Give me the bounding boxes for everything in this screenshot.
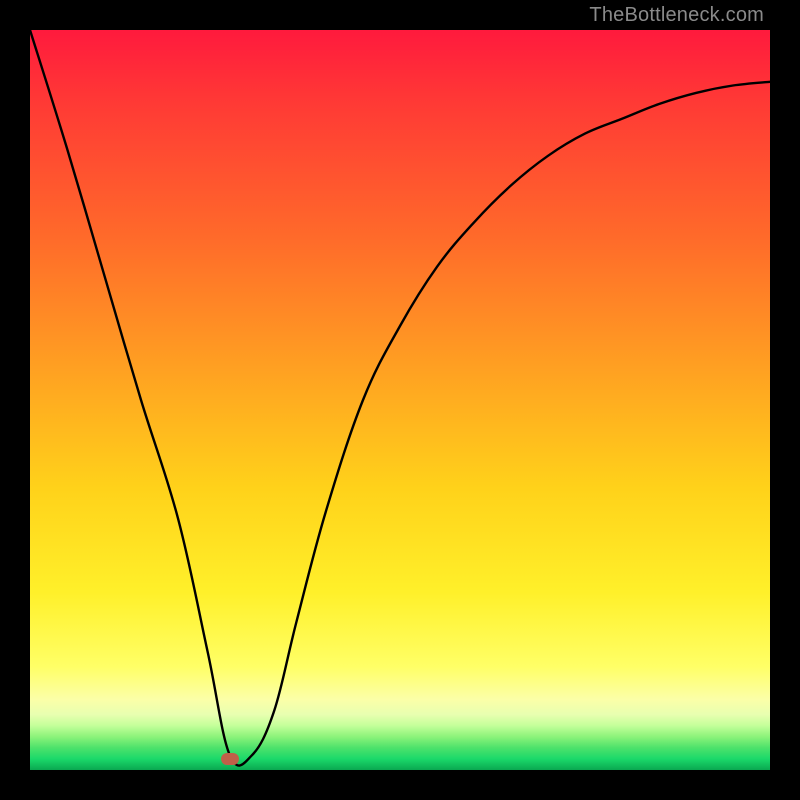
chart-frame: TheBottleneck.com <box>0 0 800 800</box>
optimal-point-marker <box>221 753 239 765</box>
bottleneck-curve <box>30 30 770 770</box>
bottleneck-curve-path <box>30 30 770 766</box>
plot-area <box>30 30 770 770</box>
watermark-text: TheBottleneck.com <box>589 4 764 27</box>
